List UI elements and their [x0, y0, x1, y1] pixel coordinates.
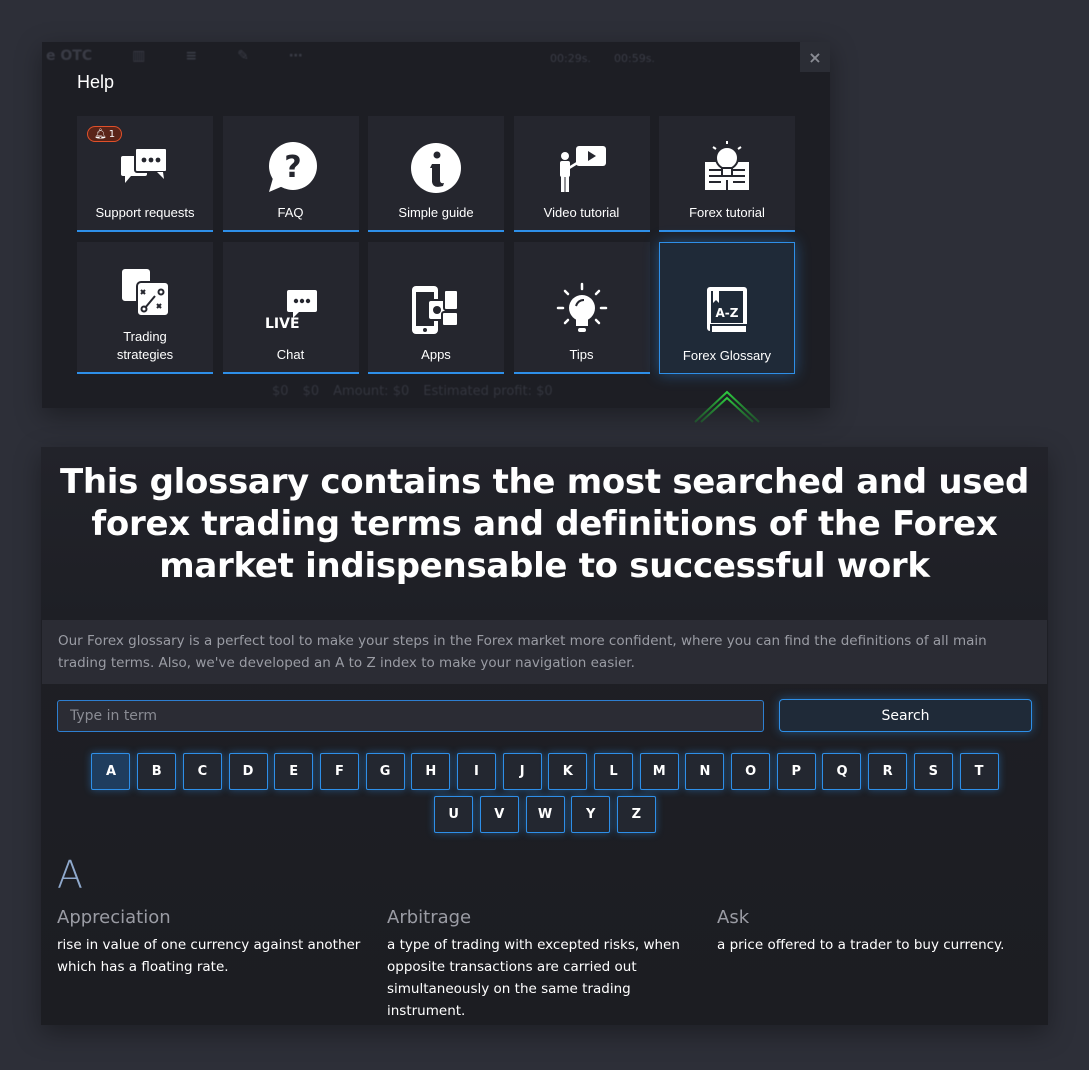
tile-label: Simple guide [398, 205, 474, 220]
letter-key-u[interactable]: U [434, 796, 474, 833]
letter-key-p[interactable]: P [776, 753, 816, 790]
term-name[interactable]: Appreciation [57, 907, 387, 928]
bell-icon: 🔔︎ [94, 128, 107, 140]
tile-label: Forex tutorial [689, 205, 765, 220]
tile-label: Apps [421, 347, 451, 362]
letter-key-l[interactable]: L [594, 753, 634, 790]
letter-key-c[interactable]: C [182, 753, 222, 790]
tile-chat[interactable]: LIVE Chat [222, 242, 359, 374]
term-definition: rise in value of one currency against an… [57, 937, 361, 975]
tile-label: FAQ [277, 205, 304, 220]
background-toolbar: e OTC ▥ ≡ ✎ ⋯ [42, 42, 830, 70]
letter-key-q[interactable]: Q [822, 753, 862, 790]
letter-key-f[interactable]: F [319, 753, 359, 790]
help-tiles-grid: 🔔︎ 1 Support requests ? FAQ Simple guide… [77, 116, 795, 374]
glossary-hero-title: This glossary contains the most searched… [59, 462, 1030, 586]
letter-key-n[interactable]: N [685, 753, 725, 790]
alphabet-index: ABCDEFGHIJKLMNOPQRST UVWYZ [75, 753, 1015, 833]
glossary-term: Arbitrage a type of trading with excepte… [387, 907, 717, 1022]
tile-label: Forex Glossary [682, 348, 772, 363]
letter-key-d[interactable]: D [228, 753, 268, 790]
question-bubble-icon: ? [268, 142, 317, 192]
letter-key-h[interactable]: H [411, 753, 451, 790]
tile-video-tutorial[interactable]: Video tutorial [513, 116, 650, 232]
notification-badge: 🔔︎ 1 [87, 126, 123, 142]
tile-forex-tutorial[interactable]: Forex tutorial [659, 116, 795, 232]
tile-label: Chat [276, 347, 305, 362]
close-icon: × [808, 47, 822, 67]
svg-text:A-Z: A-Z [716, 306, 739, 320]
help-panel: e OTC ▥ ≡ ✎ ⋯ 00:29s. 00:59s. × Help 🔔︎ … [42, 42, 830, 408]
letter-key-i[interactable]: I [456, 753, 496, 790]
letter-key-r[interactable]: R [868, 753, 908, 790]
letter-key-s[interactable]: S [913, 753, 953, 790]
tile-support-requests[interactable]: 🔔︎ 1 Support requests [77, 116, 213, 232]
tile-label: Tips [569, 347, 594, 362]
devices-icon [412, 286, 459, 334]
glossary-term: Appreciation rise in value of one curren… [57, 907, 387, 1022]
tile-simple-guide[interactable]: Simple guide [368, 116, 504, 232]
glossary-term: Ask a price offered to a trader to buy c… [717, 907, 1047, 1022]
tile-label: Support requests [95, 205, 195, 220]
term-definition: a price offered to a trader to buy curre… [717, 937, 1005, 953]
letter-key-e[interactable]: E [274, 753, 314, 790]
term-name[interactable]: Arbitrage [387, 907, 717, 928]
tile-faq[interactable]: ? FAQ [222, 116, 359, 232]
background-timer: 00:29s. [550, 52, 591, 65]
lightbulb-icon [556, 282, 607, 332]
glossary-terms: Appreciation rise in value of one curren… [57, 907, 1047, 1022]
letter-key-z[interactable]: Z [616, 796, 656, 833]
letter-key-m[interactable]: M [639, 753, 679, 790]
letter-key-a[interactable]: A [91, 753, 131, 790]
tile-trading-strategies[interactable]: Trading strategies [77, 242, 213, 374]
drawing-tool-icon: ✎ [237, 48, 249, 64]
glossary-intro: Our Forex glossary is a perfect tool to … [42, 620, 1047, 684]
svg-text:LIVE: LIVE [265, 316, 300, 332]
search-button[interactable]: Search [779, 699, 1032, 732]
svg-text:?: ? [284, 150, 301, 185]
chat-bubbles-icon [121, 147, 168, 183]
live-chat-icon: LIVE [265, 290, 317, 332]
term-name[interactable]: Ask [717, 907, 1047, 928]
help-title: Help [77, 72, 115, 92]
letter-key-k[interactable]: K [548, 753, 588, 790]
close-button[interactable]: × [800, 42, 830, 72]
chart-type-icon: ▥ [132, 48, 146, 64]
term-definition: a type of trading with excepted risks, w… [387, 937, 680, 1019]
letter-key-y[interactable]: Y [571, 796, 611, 833]
tile-forex-glossary[interactable]: A-Z Forex Glossary [659, 242, 795, 374]
settings-sliders-icon: ≡ [185, 48, 198, 64]
tile-label: Video tutorial [543, 205, 620, 220]
letter-key-j[interactable]: J [502, 753, 542, 790]
tile-apps[interactable]: Apps [368, 242, 504, 374]
chevron-up-pointer-icon [694, 390, 760, 423]
background-bottom-bar: $0 $0 Amount: $0 Estimated profit: $0 [272, 384, 553, 399]
section-letter-heading: A [57, 853, 83, 897]
letter-key-o[interactable]: O [731, 753, 771, 790]
glossary-section: This glossary contains the most searched… [41, 447, 1048, 1025]
more-icon: ⋯ [288, 48, 303, 64]
term-search-input[interactable] [57, 700, 764, 732]
letter-key-g[interactable]: G [365, 753, 405, 790]
tile-tips[interactable]: Tips [513, 242, 650, 374]
background-asset-label: e OTC [46, 48, 93, 64]
presenter-video-icon [559, 146, 606, 192]
letter-key-b[interactable]: B [137, 753, 177, 790]
lightbulb-book-icon [705, 141, 749, 190]
az-book-icon: A-Z [707, 287, 748, 334]
background-timer: 00:59s. [614, 52, 655, 65]
letter-key-t[interactable]: T [959, 753, 999, 790]
tile-label: Trading strategies [116, 329, 174, 362]
letter-key-w[interactable]: W [525, 796, 565, 833]
info-circle-icon [411, 143, 461, 193]
letter-key-v[interactable]: V [479, 796, 519, 833]
strategy-board-icon [120, 267, 170, 317]
